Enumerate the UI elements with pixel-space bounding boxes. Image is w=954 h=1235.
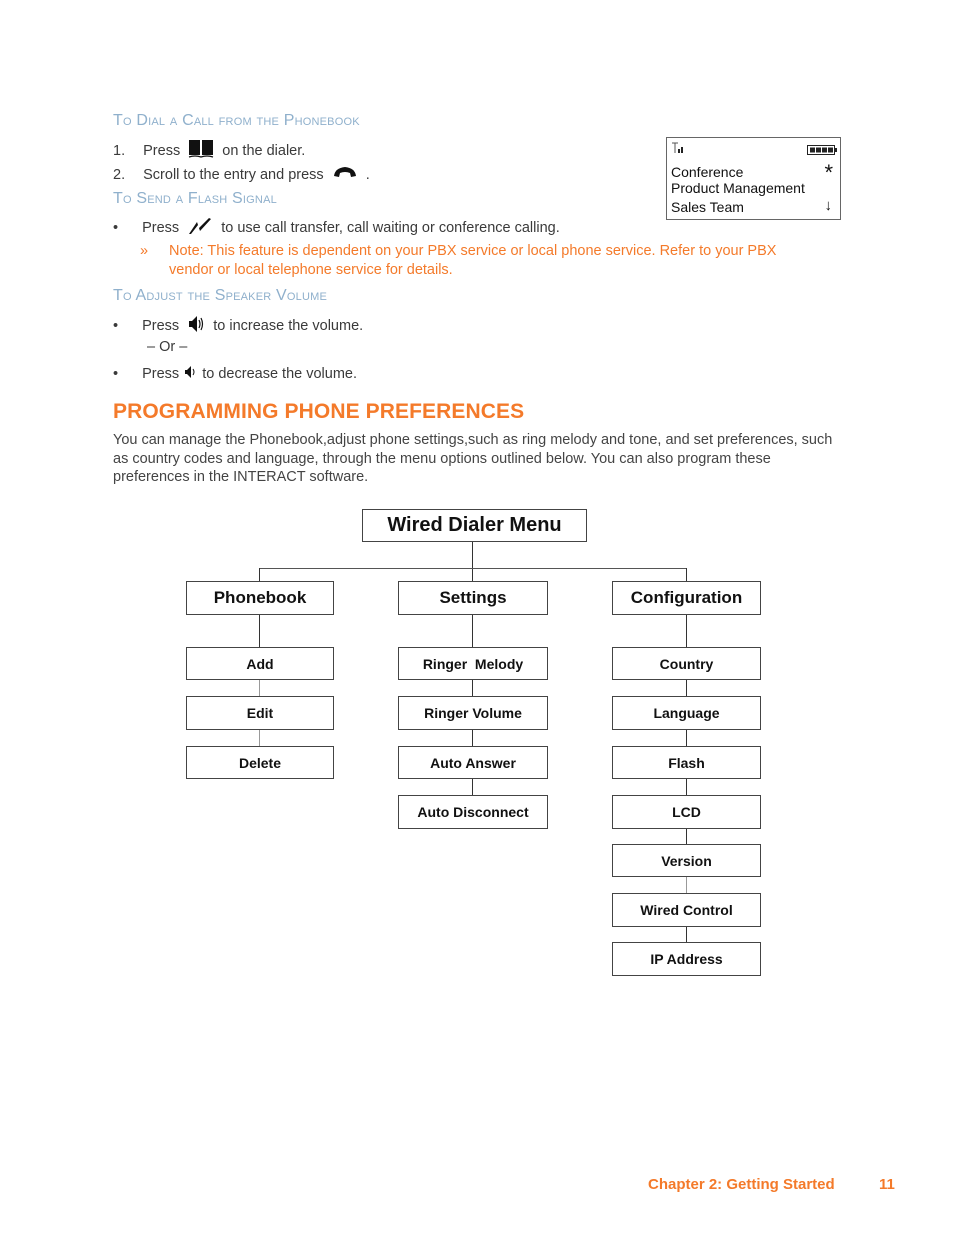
volume-heading: To Adjust the Speaker Volume — [113, 287, 328, 304]
node-auto-disconnect: Auto Disconnect — [398, 795, 548, 829]
connector — [259, 568, 687, 569]
node-auto-answer: Auto Answer — [398, 746, 548, 779]
connector — [686, 877, 687, 893]
dial-step-1: 1. Press on the dialer. — [113, 139, 305, 163]
node-wired-dialer-menu: Wired Dialer Menu — [362, 509, 587, 542]
flash-icon — [187, 217, 213, 239]
connector — [686, 729, 688, 746]
connector — [472, 779, 474, 795]
step-number: 2. — [113, 166, 126, 183]
flash-bullet: • Press to use call transfer, call waiti… — [113, 217, 560, 239]
connector — [472, 614, 474, 647]
bullet: • — [113, 365, 119, 382]
connector — [686, 680, 688, 696]
lcd-row-product-management: Product Management — [671, 180, 805, 196]
connector — [686, 779, 688, 795]
connector — [472, 680, 474, 696]
footer-chapter: Chapter 2: Getting Started — [648, 1176, 835, 1193]
phonebook-icon — [188, 139, 214, 163]
step-number: 1. — [113, 142, 126, 159]
node-ringer-melody: Ringer Melody — [398, 647, 548, 680]
star-indicator: * — [824, 160, 833, 185]
battery-full-icon — [807, 142, 837, 158]
section-paragraph: You can manage the Phonebook,adjust phon… — [113, 432, 833, 485]
note-marker: » — [140, 243, 149, 259]
connector — [259, 568, 260, 581]
node-add: Add — [186, 647, 334, 680]
bullet: • — [113, 219, 119, 236]
lcd-row-conference: Conference — [671, 164, 744, 180]
connector — [686, 614, 688, 647]
connector — [472, 729, 474, 746]
node-wired-control: Wired Control — [612, 893, 761, 927]
dial-heading: To Dial a Call from the Phonebook — [113, 112, 360, 129]
node-lcd: LCD — [612, 795, 761, 829]
bullet: • — [113, 317, 119, 334]
scroll-down-arrow: ↓ — [824, 197, 833, 214]
volume-down-icon — [184, 364, 197, 384]
node-language: Language — [612, 696, 761, 730]
section-title: PROGRAMMING PHONE PREFERENCES — [113, 400, 525, 423]
page-number: 11 — [879, 1176, 895, 1193]
connector — [472, 542, 474, 581]
handset-call-icon — [332, 164, 358, 186]
connector — [686, 568, 687, 581]
node-delete: Delete — [186, 746, 334, 779]
connector — [259, 614, 261, 647]
connector — [259, 729, 260, 746]
pbx-note: Note: This feature is dependent on your … — [169, 243, 777, 278]
node-configuration: Configuration — [612, 581, 761, 615]
signal-antenna-icon — [671, 141, 685, 157]
connector — [259, 680, 260, 696]
volume-up-icon — [187, 314, 205, 338]
node-flash: Flash — [612, 746, 761, 779]
volume-decrease-bullet: • Press to decrease the volume. — [113, 364, 357, 384]
lcd-row-sales-team: Sales Team — [671, 199, 744, 215]
node-settings: Settings — [398, 581, 548, 615]
volume-increase-bullet: • Press to increase the volume. — [113, 314, 363, 338]
connector — [686, 926, 688, 942]
lcd-display: Conference * Product Management Sales Te… — [666, 137, 841, 220]
node-phonebook: Phonebook — [186, 581, 334, 615]
node-edit: Edit — [186, 696, 334, 730]
node-ip-address: IP Address — [612, 942, 761, 976]
node-version: Version — [612, 844, 761, 877]
flash-heading: To Send a Flash Signal — [113, 190, 277, 207]
dial-step-2: 2. Scroll to the entry and press . — [113, 164, 370, 186]
connector — [686, 828, 688, 844]
or-separator: – Or – — [147, 339, 188, 355]
node-ringer-volume: Ringer Volume — [398, 696, 548, 730]
node-country: Country — [612, 647, 761, 680]
